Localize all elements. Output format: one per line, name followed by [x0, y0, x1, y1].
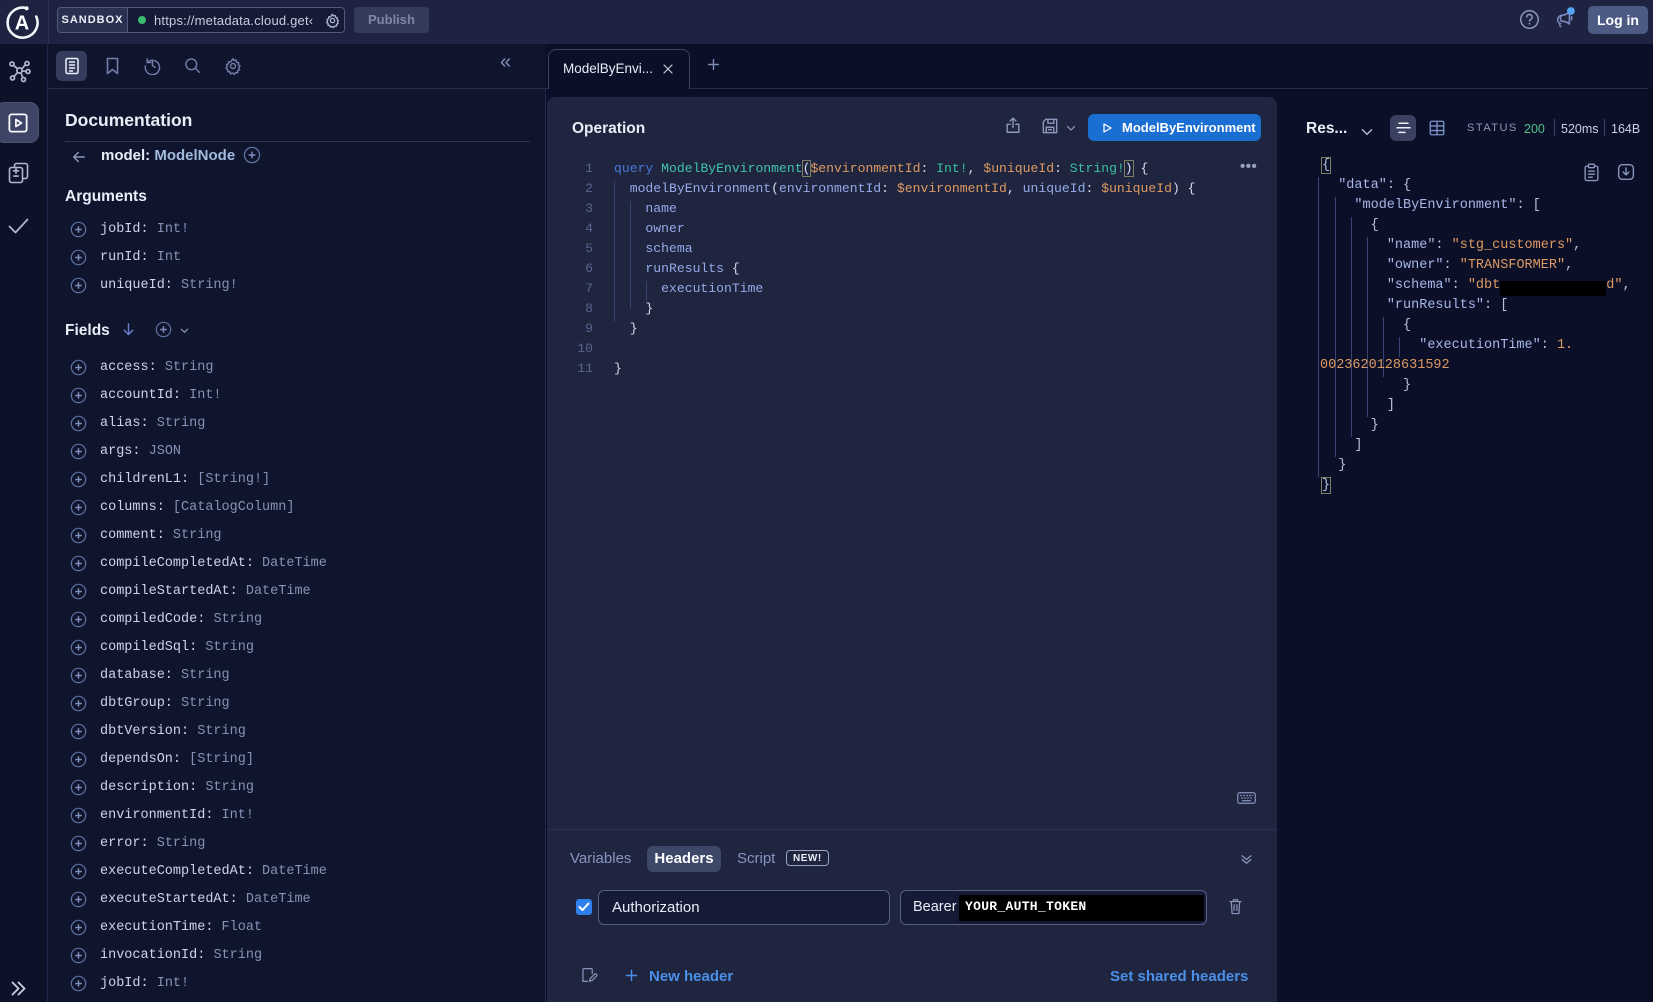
svg-text:A: A — [15, 13, 29, 35]
